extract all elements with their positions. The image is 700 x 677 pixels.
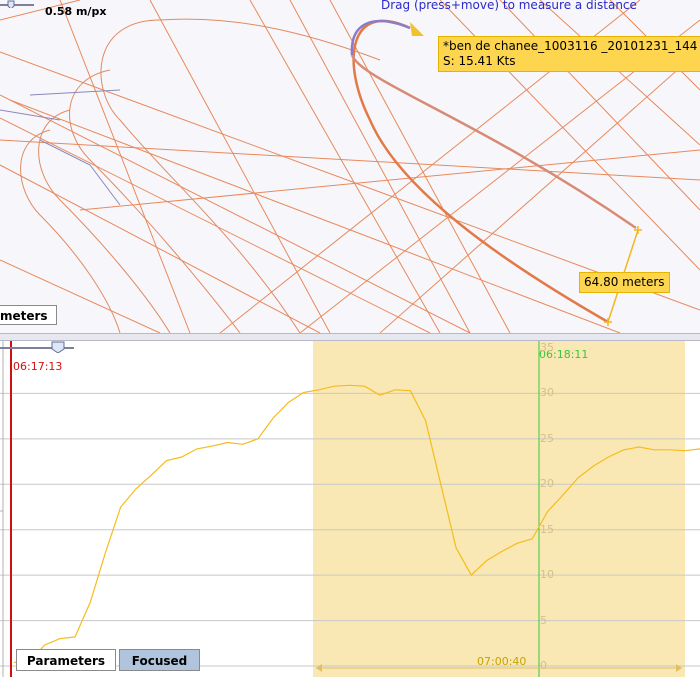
chart-pane[interactable]: 06:17:13 06:18:11 07:00:40 35 30 25 20 15 10 5… xyxy=(0,341,700,677)
y-tick-label: 35 xyxy=(540,341,554,354)
y-tick-label: 0 xyxy=(540,659,547,672)
scale-label: 0.58 m/px xyxy=(45,5,107,18)
measure-hint: Drag (press+move) to measure a distance xyxy=(381,0,637,12)
boat-tooltip: *ben de chanee_1003116 _20101231_144 S: … xyxy=(438,36,700,72)
tab-parameters[interactable]: Parameters xyxy=(16,649,116,671)
boat-name: *ben de chanee_1003116 _20101231_144 xyxy=(443,39,698,53)
y-tick-label: 15 xyxy=(540,522,554,536)
track-loop xyxy=(100,19,301,333)
track-line xyxy=(0,94,471,333)
boat-arrow-icon xyxy=(410,22,424,36)
track-purple xyxy=(0,109,61,121)
boat-track-head xyxy=(350,19,411,56)
selection-range-label: 07:00:40 xyxy=(477,655,527,668)
tab-focused[interactable]: Focused xyxy=(119,649,200,671)
track-line xyxy=(79,149,700,211)
parameters-button-map[interactable]: meters xyxy=(0,305,57,325)
track-line xyxy=(9,99,621,333)
selection-region xyxy=(313,341,685,677)
map-pane[interactable]: 0.58 m/px Drag (press+move) to measure a… xyxy=(0,0,700,333)
left-marker-time: 06:17:13 xyxy=(13,360,63,373)
y-tick-label: 20 xyxy=(540,477,554,491)
scale-slider[interactable] xyxy=(0,0,34,8)
track-line xyxy=(149,0,331,333)
boat-track-upper xyxy=(350,54,637,230)
split-divider[interactable] xyxy=(0,333,700,341)
track-line xyxy=(249,0,441,333)
y-tick-label: 25 xyxy=(540,431,554,445)
track-purple xyxy=(29,89,121,96)
boat-speed: S: 15.41 Kts xyxy=(443,54,516,68)
distance-tooltip: 64.80 meters xyxy=(579,272,670,293)
y-tick-label: 5 xyxy=(540,613,547,627)
track-line xyxy=(59,0,191,333)
y-tick-label: 30 xyxy=(540,386,554,400)
track-loop xyxy=(20,129,121,333)
speed-chart[interactable] xyxy=(0,341,700,677)
track-line xyxy=(539,0,700,146)
zoom-slider[interactable] xyxy=(0,341,74,353)
track-loop xyxy=(159,18,381,61)
y-tick-label: 10 xyxy=(540,568,554,582)
